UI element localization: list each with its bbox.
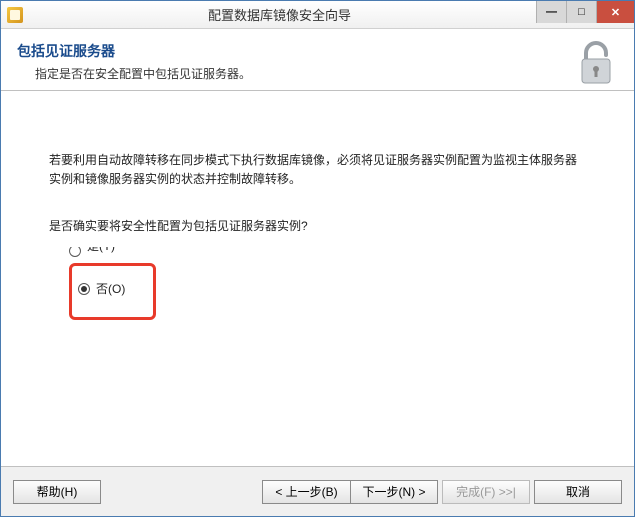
- minimize-button[interactable]: —: [536, 1, 566, 23]
- header-text-block: 包括见证服务器 指定是否在安全配置中包括见证服务器。: [17, 39, 251, 82]
- radio-no-circle: [78, 283, 90, 295]
- window-controls: — □ ✕: [536, 1, 634, 28]
- lock-icon: [574, 39, 618, 87]
- info-text: 若要利用自动故障转移在同步模式下执行数据库镜像，必须将见证服务器实例配置为监视主…: [49, 151, 586, 189]
- back-button[interactable]: < 上一步(B): [262, 480, 350, 504]
- radio-yes[interactable]: 是(Y): [69, 247, 586, 261]
- radio-no-label: 否(O): [96, 280, 125, 299]
- radio-no[interactable]: 否(O): [78, 276, 125, 303]
- window-title: 配置数据库镜像安全向导: [23, 5, 536, 24]
- nav-button-pair: < 上一步(B) 下一步(N) >: [262, 480, 438, 504]
- maximize-button[interactable]: □: [566, 1, 596, 23]
- titlebar: 配置数据库镜像安全向导 — □ ✕: [1, 1, 634, 29]
- header-panel: 包括见证服务器 指定是否在安全配置中包括见证服务器。: [1, 29, 634, 91]
- wizard-window: 配置数据库镜像安全向导 — □ ✕ 包括见证服务器 指定是否在安全配置中包括见证…: [0, 0, 635, 517]
- footer: 帮助(H) < 上一步(B) 下一步(N) > 完成(F) >>| 取消: [1, 466, 634, 516]
- next-button[interactable]: 下一步(N) >: [350, 480, 438, 504]
- radio-yes-circle: [69, 247, 81, 257]
- page-title: 包括见证服务器: [17, 41, 251, 61]
- radio-group: 是(Y) 否(O): [49, 247, 586, 320]
- cancel-button[interactable]: 取消: [534, 480, 622, 504]
- help-button[interactable]: 帮助(H): [13, 480, 101, 504]
- radio-yes-label: 是(Y): [87, 247, 115, 257]
- finish-button[interactable]: 完成(F) >>|: [442, 480, 530, 504]
- app-icon: [7, 7, 23, 23]
- close-button[interactable]: ✕: [596, 1, 634, 23]
- question-text: 是否确实要将安全性配置为包括见证服务器实例?: [49, 217, 586, 236]
- highlight-box: 否(O): [69, 263, 156, 320]
- content-area: 若要利用自动故障转移在同步模式下执行数据库镜像，必须将见证服务器实例配置为监视主…: [1, 91, 634, 340]
- page-subtitle: 指定是否在安全配置中包括见证服务器。: [17, 65, 251, 82]
